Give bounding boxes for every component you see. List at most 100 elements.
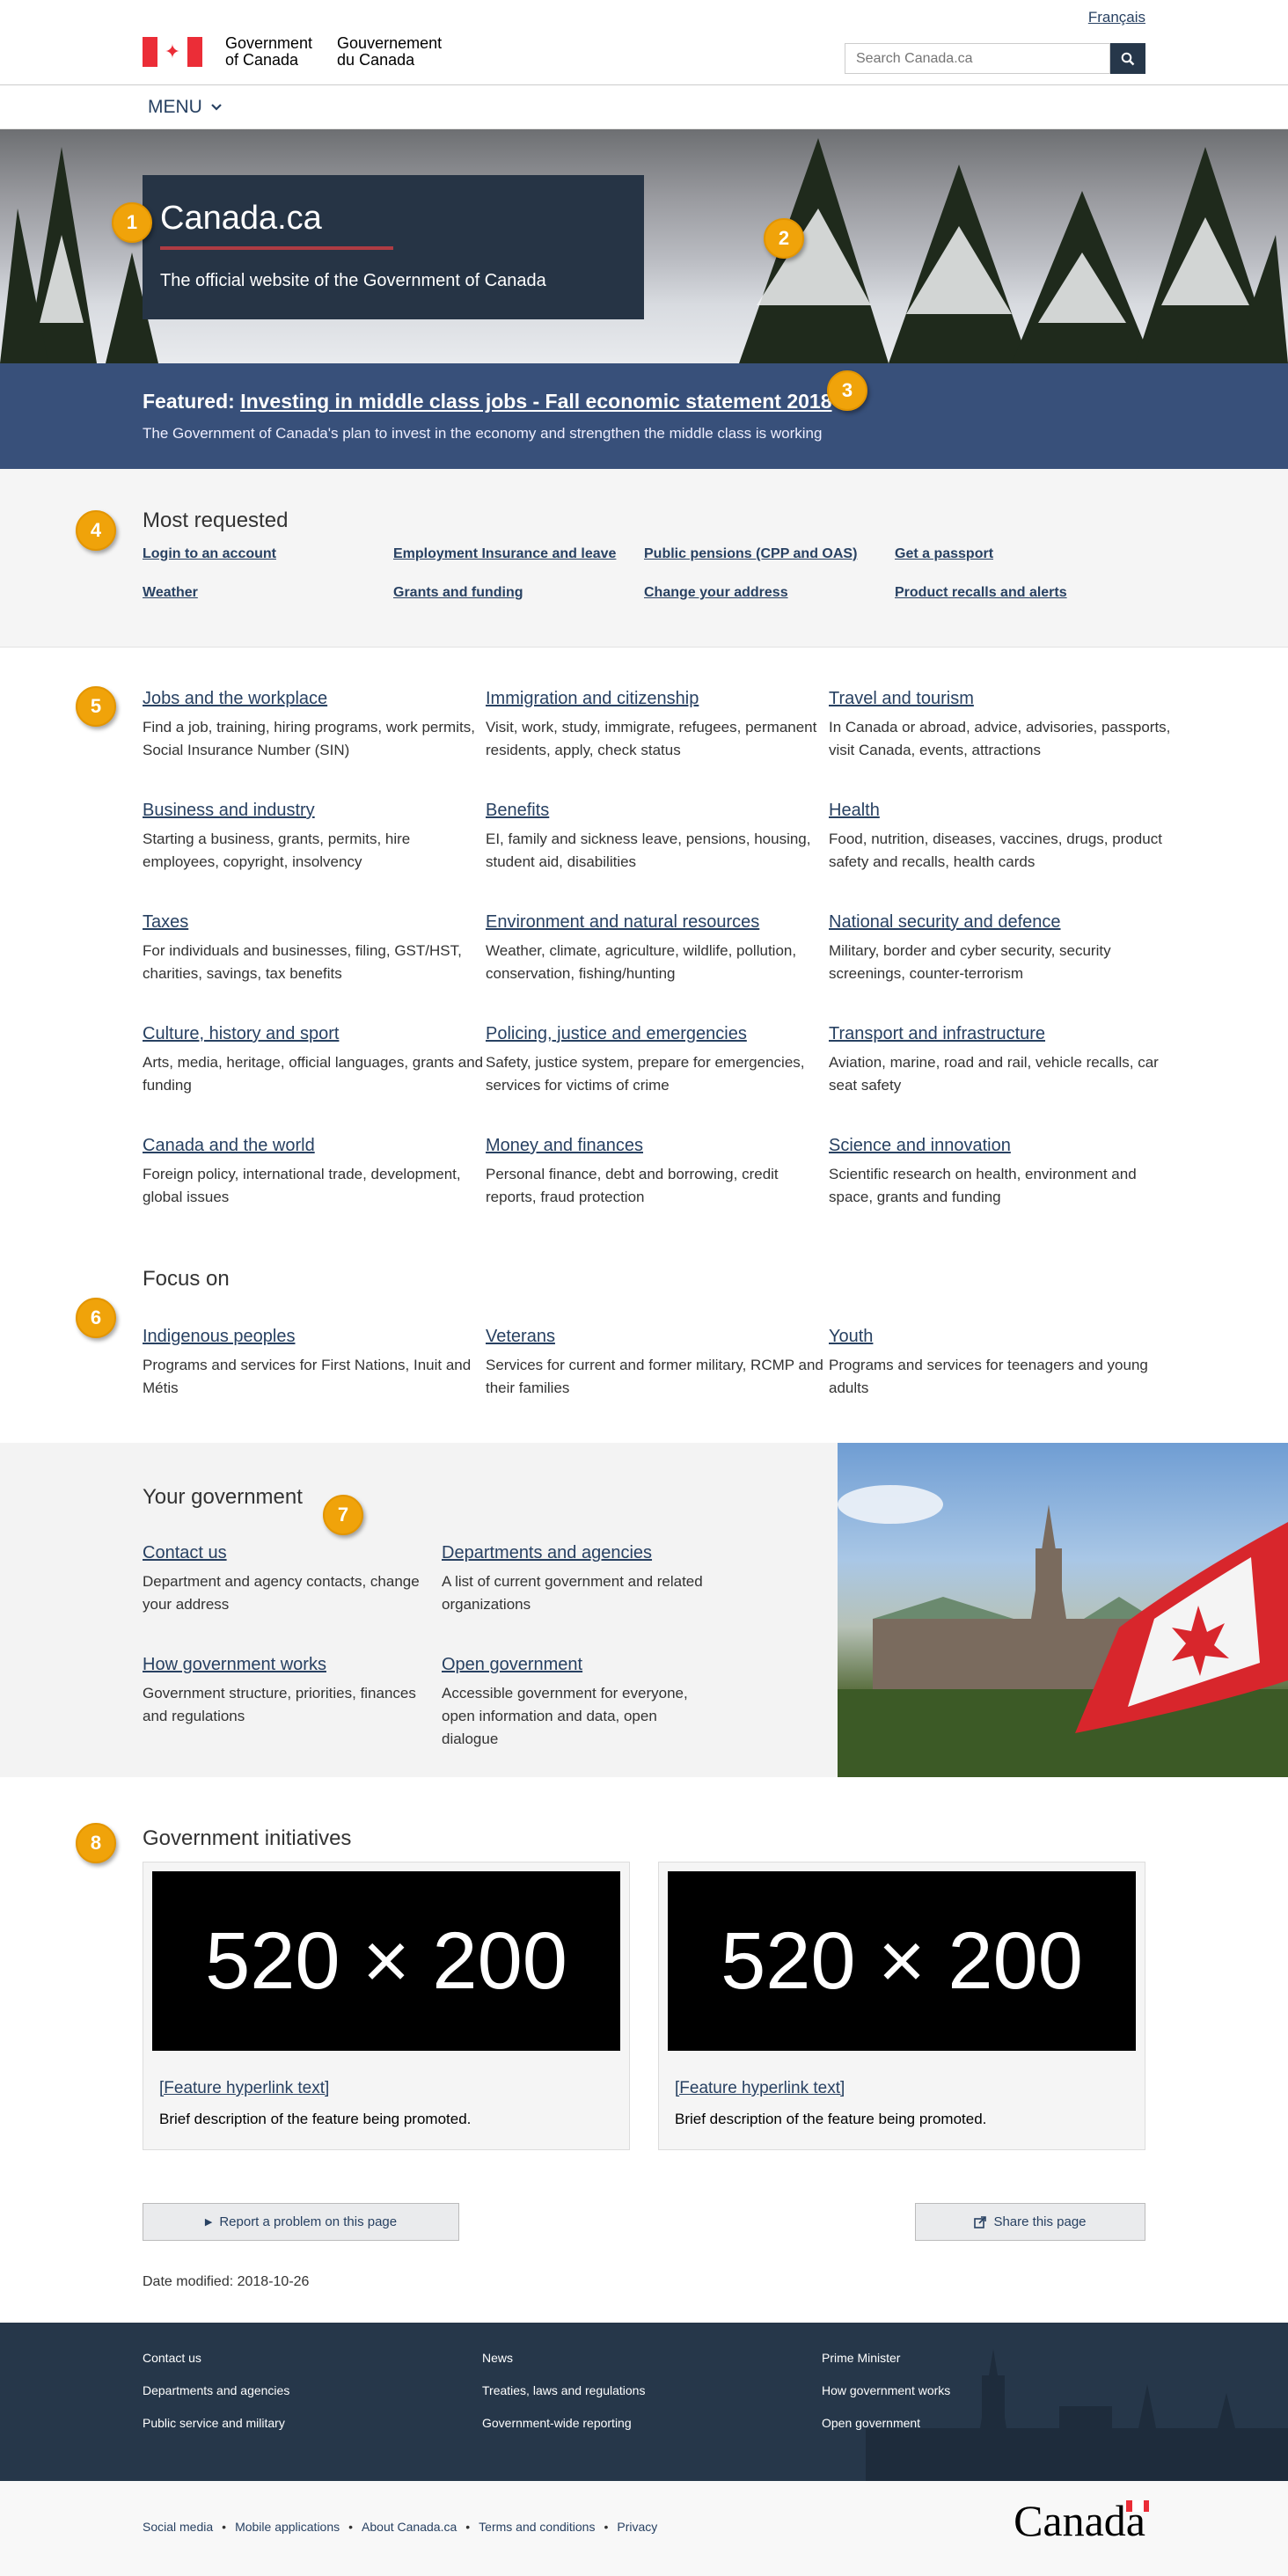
callout-badge: 6	[76, 1298, 116, 1338]
footer-link[interactable]: Treaties, laws and regulations	[482, 2383, 822, 2397]
topic-item: Jobs and the workplace Find a job, traini…	[143, 689, 486, 762]
footer-link[interactable]: News	[482, 2351, 822, 2365]
topic-link[interactable]: Policing, justice and emergencies	[486, 1024, 747, 1043]
topic-item: Culture, history and sport Arts, media, h…	[143, 1024, 486, 1097]
topic-item: Immigration and citizenship Visit, work, …	[486, 689, 829, 762]
footer-link[interactable]: Open government	[822, 2416, 1086, 2430]
topic-link[interactable]: Money and finances	[486, 1136, 643, 1155]
most-requested-link[interactable]: Change your address	[644, 585, 895, 601]
callout-badge: 3	[827, 370, 867, 411]
gov-link[interactable]: Open government	[442, 1655, 582, 1674]
feature-link[interactable]: [Feature hyperlink text]	[675, 2079, 845, 2098]
menu-button[interactable]: MENU	[148, 97, 222, 118]
topic-description: Military, border and cyber security, sec…	[829, 942, 1111, 982]
canada-wordmark: Canada	[1014, 2495, 1149, 2546]
placeholder-image: 520 × 200	[152, 1871, 620, 2051]
topic-item: Canada and the world Foreign policy, inte…	[143, 1136, 486, 1209]
share-page-button[interactable]: Share this page	[915, 2203, 1145, 2241]
footer-link[interactable]: Government-wide reporting	[482, 2416, 822, 2430]
topic-item: Policing, justice and emergencies Safety,…	[486, 1024, 829, 1097]
topic-link[interactable]: Culture, history and sport	[143, 1024, 339, 1043]
gov-link[interactable]: Departments and agencies	[442, 1543, 652, 1562]
footer-link[interactable]: Departments and agencies	[143, 2383, 482, 2397]
feature-link[interactable]: [Feature hyperlink text]	[159, 2079, 329, 2098]
topic-description: Foreign policy, international trade, dev…	[143, 1166, 461, 1205]
topic-description: Personal finance, debt and borrowing, cr…	[486, 1166, 779, 1205]
topic-description: EI, family and sickness leave, pensions,…	[486, 831, 811, 870]
topic-item: Health Food, nutrition, diseases, vaccine…	[829, 801, 1172, 874]
feature-description: Brief description of the feature being p…	[675, 2111, 987, 2127]
focus-link[interactable]: Indigenous peoples	[143, 1327, 295, 1346]
sub-footer-link[interactable]: Mobile applications	[235, 2520, 340, 2534]
focus-on-grid: Indigenous peoples Programs and services …	[143, 1327, 1172, 1400]
topic-description: Scientific research on health, environme…	[829, 1166, 1137, 1205]
topic-item: Science and innovation Scientific researc…	[829, 1136, 1172, 1209]
most-requested-link[interactable]: Login to an account	[143, 546, 393, 562]
focus-link[interactable]: Veterans	[486, 1327, 555, 1346]
chevron-down-icon	[211, 104, 222, 111]
footer-link[interactable]: Prime Minister	[822, 2351, 1086, 2365]
focus-on-title: Focus on	[143, 1267, 230, 1291]
sub-footer-link[interactable]: About Canada.ca	[362, 2520, 457, 2534]
search-button[interactable]	[1110, 43, 1145, 74]
topic-item: Benefits EI, family and sickness leave, p…	[486, 801, 829, 874]
callout-badge: 8	[76, 1823, 116, 1863]
sub-footer-link[interactable]: Privacy	[617, 2520, 657, 2534]
government-signature[interactable]: ✦ Government of Canada Gouvernement du C…	[143, 35, 442, 69]
gov-item: Open government Accessible government for…	[442, 1655, 714, 1751]
topic-link[interactable]: Jobs and the workplace	[143, 689, 327, 708]
most-requested-link[interactable]: Weather	[143, 585, 393, 601]
topic-link[interactable]: Environment and natural resources	[486, 912, 759, 932]
most-requested-link[interactable]: Public pensions (CPP and OAS)	[644, 546, 895, 562]
report-problem-label: Report a problem on this page	[219, 2214, 398, 2229]
footer-link[interactable]: Contact us	[143, 2351, 482, 2365]
topic-item: Environment and natural resources Weather…	[486, 912, 829, 985]
focus-link[interactable]: Youth	[829, 1327, 873, 1346]
topic-link[interactable]: Benefits	[486, 801, 549, 820]
sub-footer-link[interactable]: Terms and conditions	[479, 2520, 595, 2534]
gov-link[interactable]: Contact us	[143, 1543, 227, 1562]
featured-banner: Featured: Investing in middle class jobs…	[0, 363, 1288, 469]
topic-link[interactable]: Canada and the world	[143, 1136, 315, 1155]
language-toggle-link[interactable]: Français	[1088, 9, 1145, 26]
footer-link[interactable]: How government works	[822, 2383, 1086, 2397]
date-modified: Date modified: 2018-10-26	[143, 2274, 310, 2289]
most-requested-link[interactable]: Get a passport	[895, 546, 1145, 562]
report-problem-button[interactable]: ▶ Report a problem on this page	[143, 2203, 459, 2241]
topic-link[interactable]: National security and defence	[829, 912, 1061, 932]
initiative-card: 520 × 200 [Feature hyperlink text] Brief…	[143, 1862, 630, 2150]
focus-description: Programs and services for teenagers and …	[829, 1357, 1148, 1396]
site-search	[845, 43, 1145, 74]
topic-link[interactable]: Transport and infrastructure	[829, 1024, 1045, 1043]
topic-link[interactable]: Travel and tourism	[829, 689, 974, 708]
callout-badge: 5	[76, 686, 116, 727]
callout-badge: 4	[76, 510, 116, 551]
featured-prefix: Featured:	[143, 390, 235, 413]
topic-description: Safety, justice system, prepare for emer…	[486, 1054, 805, 1094]
placeholder-image: 520 × 200	[668, 1871, 1136, 2051]
topics-grid: Jobs and the workplace Find a job, traini…	[143, 689, 1172, 1209]
gov-link[interactable]: How government works	[143, 1655, 326, 1674]
featured-link[interactable]: Investing in middle class jobs - Fall ec…	[240, 390, 831, 413]
most-requested-link[interactable]: Employment Insurance and leave	[393, 546, 644, 562]
topic-link[interactable]: Science and innovation	[829, 1136, 1011, 1155]
signature-french: Gouvernement du Canada	[337, 34, 443, 69]
search-icon	[1121, 52, 1135, 65]
topic-link[interactable]: Health	[829, 801, 880, 820]
focus-item: Youth Programs and services for teenagers…	[829, 1327, 1172, 1400]
topic-link[interactable]: Immigration and citizenship	[486, 689, 699, 708]
search-input[interactable]	[845, 43, 1110, 74]
your-government-section: Your government Contact us Department and…	[0, 1443, 1288, 1777]
most-requested-link[interactable]: Grants and funding	[393, 585, 644, 601]
topic-item: Business and industry Starting a business…	[143, 801, 486, 874]
topic-link[interactable]: Taxes	[143, 912, 188, 932]
share-page-label: Share this page	[993, 2214, 1087, 2229]
share-icon	[974, 2215, 987, 2228]
footer-link[interactable]: Public service and military	[143, 2416, 482, 2430]
topic-description: Visit, work, study, immigrate, refugees,…	[486, 719, 817, 758]
sub-footer-link[interactable]: Social media	[143, 2520, 213, 2534]
topic-link[interactable]: Business and industry	[143, 801, 315, 820]
topic-description: Starting a business, grants, permits, hi…	[143, 831, 411, 870]
topic-description: Food, nutrition, diseases, vaccines, dru…	[829, 831, 1162, 870]
most-requested-link[interactable]: Product recalls and alerts	[895, 585, 1145, 601]
